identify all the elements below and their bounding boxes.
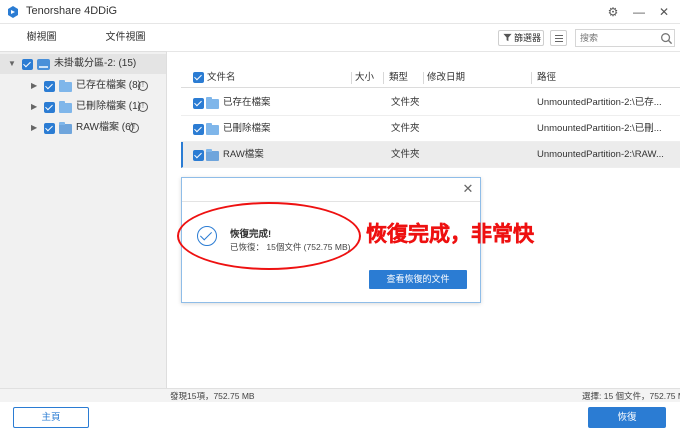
home-button[interactable]: 主頁 [13,407,89,428]
column-name[interactable]: 文件名 [207,68,236,88]
status-selected: 選擇: 15 個文件，752.75 MB [582,391,680,401]
tree-item-partition[interactable]: ▼ 未掛載分區-2: (15) [0,54,166,74]
expand-right-icon[interactable]: ▶ [31,76,37,96]
tree-item-existing[interactable]: ▶ 已存在檔案 (8) ! [0,76,166,96]
drive-icon [37,59,50,70]
left-panel: 樹視圖 文件視圖 ▼ 未掛載分區-2: (15) ▶ 已存在檔案 (8) ! ▶… [0,24,167,388]
list-view-button[interactable] [550,30,567,46]
search-icon[interactable] [660,32,673,45]
row-path: UnmountedPartition-2:\已存... [537,97,662,108]
tab-tree-view[interactable]: 樹視圖 [0,24,83,52]
title-bar: Tenorshare 4DDiG ⚙ — ✕ [0,0,680,24]
select-all-checkbox[interactable] [193,72,204,83]
row-path: UnmountedPartition-2:\已刪... [537,123,662,134]
footer: 主頁 恢復 [0,402,680,432]
row-name: 已存在檔案 [223,97,271,108]
filter-label: 篩選器 [514,33,542,43]
row-name: RAW檔案 [223,149,264,160]
column-type[interactable]: 類型 [389,68,408,88]
folder-icon [206,97,219,109]
tree-checkbox[interactable] [44,102,55,113]
filter-button[interactable]: 篩選器 [498,30,544,46]
folder-icon [59,101,72,113]
tree-item-deleted[interactable]: ▶ 已刪除檔案 (1) ! [0,97,166,117]
filter-icon [503,33,512,42]
column-path[interactable]: 路徑 [537,68,556,88]
table-row[interactable]: RAW檔案 文件夾 UnmountedPartition-2:\RAW... [181,142,680,168]
tree-item-label: 未掛載分區-2: (15) [54,58,137,69]
status-found: 發現15項，752.75 MB [170,391,255,401]
row-type: 文件夾 [391,123,420,134]
list-icon [555,35,563,36]
recover-button[interactable]: 恢復 [588,407,666,428]
tree-item-label: 已刪除檔案 (1) [76,101,141,112]
row-checkbox[interactable] [193,98,204,109]
search-box[interactable] [575,29,675,47]
tree-checkbox[interactable] [22,59,33,70]
tree-checkbox[interactable] [44,123,55,134]
info-icon[interactable]: ! [138,102,148,112]
dialog-header: ✕ [182,178,480,202]
expand-down-icon[interactable]: ▼ [8,54,16,74]
column-size[interactable]: 大小 [355,68,374,88]
folder-icon [206,123,219,135]
expand-right-icon[interactable]: ▶ [31,97,37,117]
table-header: 文件名 大小 類型 修改日期 路徑 [181,68,680,88]
status-bar: 發現15項，752.75 MB 選擇: 15 個文件，752.75 MB [0,388,680,402]
row-path: UnmountedPartition-2:\RAW... [537,149,664,160]
tree-checkbox[interactable] [44,81,55,92]
annotation-ellipse [177,202,361,270]
tree-item-raw[interactable]: ▶ RAW檔案 (6) ! [0,118,166,138]
row-type: 文件夾 [391,149,420,160]
info-icon[interactable]: ! [138,81,148,91]
row-checkbox[interactable] [193,150,204,161]
row-checkbox[interactable] [193,124,204,135]
tab-file-view[interactable]: 文件視圖 [84,24,167,52]
column-modified[interactable]: 修改日期 [427,68,465,88]
tree-item-label: 已存在檔案 (8) [76,80,141,91]
table-row[interactable]: 已存在檔案 文件夾 UnmountedPartition-2:\已存... [181,90,680,116]
row-type: 文件夾 [391,97,420,108]
minimize-button[interactable]: — [630,3,648,21]
toolbar: 篩選器 [167,24,680,52]
expand-right-icon[interactable]: ▶ [31,118,37,138]
info-icon[interactable]: ! [129,123,139,133]
view-tabs: 樹視圖 文件視圖 [0,24,167,52]
settings-icon[interactable]: ⚙ [604,3,622,21]
raw-folder-icon [206,149,219,161]
tree-item-label: RAW檔案 (6) [76,122,134,133]
app-logo-icon [8,6,18,18]
app-title: Tenorshare 4DDiG [26,5,118,17]
close-button[interactable]: ✕ [655,3,673,21]
dialog-close-icon[interactable]: ✕ [461,182,475,196]
annotation-text: 恢復完成，非常快 [366,223,534,246]
folder-icon [59,80,72,92]
table-row[interactable]: 已刪除檔案 文件夾 UnmountedPartition-2:\已刪... [181,116,680,142]
view-recovered-files-button[interactable]: 查看恢復的文件 [369,270,467,289]
raw-folder-icon [59,122,72,134]
search-input[interactable] [580,31,656,45]
row-name: 已刪除檔案 [223,123,271,134]
